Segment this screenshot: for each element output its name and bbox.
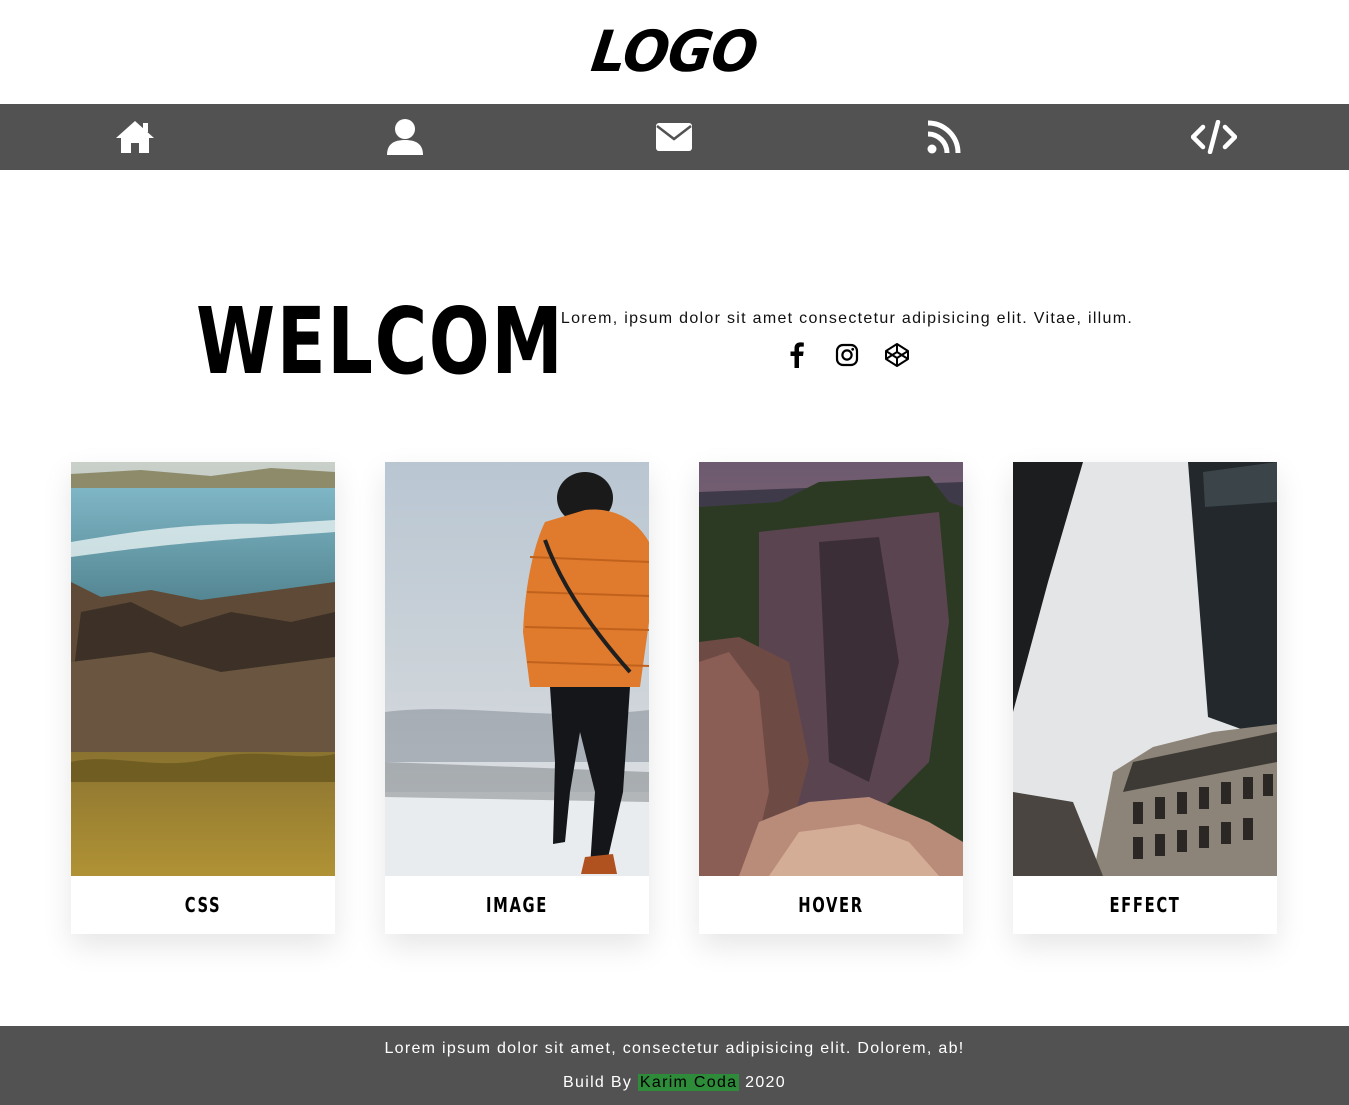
- main-nav: [0, 104, 1349, 170]
- author-link[interactable]: Karim Coda: [637, 1074, 740, 1091]
- gallery-card[interactable]: IMAGE: [385, 462, 649, 934]
- coast-rocks-grass-photo: [71, 462, 335, 876]
- gallery-card[interactable]: HOVER: [699, 462, 963, 934]
- user-icon: [386, 119, 423, 155]
- hero-title: WELCOM: [196, 288, 565, 395]
- card-label: CSS: [184, 893, 222, 917]
- card-label: HOVER: [798, 893, 864, 917]
- social-links: [520, 341, 1174, 369]
- envelope-icon: [656, 123, 693, 151]
- footer-credit: Build By Karim Coda 2020: [0, 1074, 1349, 1092]
- hero-section: WELCOM Lorem, ipsum dolor sit amet conse…: [0, 170, 1349, 450]
- card-label: EFFECT: [1109, 893, 1181, 917]
- facebook-icon: [790, 342, 804, 368]
- site-header: LOGO: [0, 0, 1349, 104]
- codepen-icon: [885, 343, 909, 367]
- nav-item-code[interactable]: [1079, 104, 1349, 170]
- site-footer: Lorem ipsum dolor sit amet, consectetur …: [0, 1026, 1349, 1105]
- nav-item-rss[interactable]: [809, 104, 1079, 170]
- card-gallery: CSS IMAGE HOVER EFFECT: [71, 462, 1277, 934]
- footer-text: Lorem ipsum dolor sit amet, consectetur …: [384, 1040, 965, 1057]
- canyon-cliffs-photo: [699, 462, 963, 876]
- instagram-icon: [835, 343, 859, 367]
- home-icon: [115, 121, 154, 153]
- nav-item-mail[interactable]: [540, 104, 810, 170]
- codepen-link[interactable]: [883, 341, 911, 369]
- credit-year: 2020: [745, 1074, 786, 1091]
- person-orange-jacket-snow-photo: [385, 462, 649, 876]
- instagram-link[interactable]: [833, 341, 861, 369]
- facebook-link[interactable]: [783, 341, 811, 369]
- logo[interactable]: LOGO: [588, 18, 761, 84]
- credit-prefix: Build By: [563, 1074, 633, 1091]
- hero-intro: Lorem, ipsum dolor sit amet consectetur …: [520, 310, 1174, 369]
- nav-item-user[interactable]: [270, 104, 540, 170]
- rss-icon: [927, 120, 961, 154]
- card-label: IMAGE: [486, 893, 548, 917]
- gallery-card[interactable]: EFFECT: [1013, 462, 1277, 934]
- hero-text: Lorem, ipsum dolor sit amet consectetur …: [560, 310, 1134, 327]
- code-icon: [1191, 120, 1238, 154]
- nav-item-home[interactable]: [0, 104, 270, 170]
- gallery-card[interactable]: CSS: [71, 462, 335, 934]
- buildings-skyline-photo: [1013, 462, 1277, 876]
